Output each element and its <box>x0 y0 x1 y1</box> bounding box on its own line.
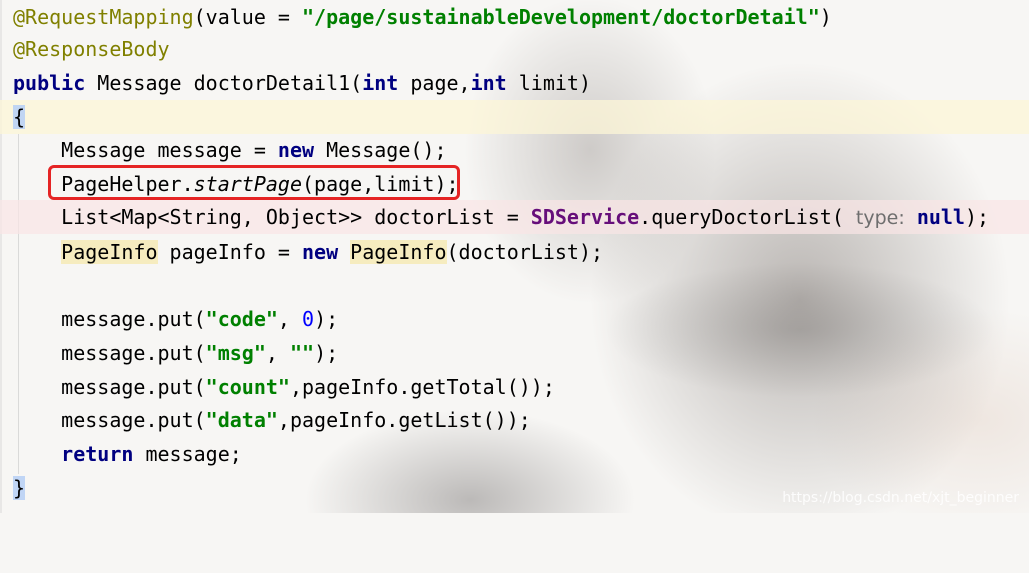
code-line-10[interactable]: message.put("code", 0); <box>0 302 1029 336</box>
code-line-4[interactable]: { <box>0 100 1029 134</box>
annotation-response-body: @ResponseBody <box>13 37 170 61</box>
keyword-null: null <box>916 205 965 229</box>
keyword-new: new <box>302 240 339 264</box>
keyword-public: public <box>13 71 86 95</box>
close-brace: } <box>13 476 26 500</box>
parameter-hint: type: <box>855 207 905 229</box>
string-literal: "" <box>289 341 315 365</box>
code-line-2[interactable]: @ResponseBody <box>0 32 1029 66</box>
code-line-5[interactable]: Message message = new Message(); <box>0 133 1029 167</box>
code-line-1[interactable]: @RequestMapping(value = "/page/sustainab… <box>0 0 1029 34</box>
keyword-int: int <box>362 71 399 95</box>
number-literal: 0 <box>302 307 315 331</box>
string-literal: "/page/sustainableDevelopment/doctorDeta… <box>302 5 820 29</box>
type-pageinfo: PageInfo <box>350 240 447 264</box>
code-line-13[interactable]: message.put("data",pageInfo.getList()); <box>0 403 1029 437</box>
code-line-8[interactable]: PageInfo pageInfo = new PageInfo(doctorL… <box>0 235 1029 269</box>
type-pageinfo: PageInfo <box>61 240 158 264</box>
code-line-14[interactable]: return message; <box>0 437 1029 471</box>
keyword-new: new <box>277 138 315 162</box>
annotation-request-mapping: @RequestMapping <box>13 5 194 29</box>
watermark: https://blog.csdn.net/xjt_beginner <box>782 490 1019 506</box>
string-literal: "data" <box>205 408 278 432</box>
code-line-9[interactable] <box>0 269 1029 303</box>
string-literal: "code" <box>205 307 278 331</box>
highlight-box <box>48 165 460 200</box>
code-line-11[interactable]: message.put("msg", ""); <box>0 336 1029 370</box>
code-editor[interactable]: @RequestMapping(value = "/page/sustainab… <box>0 0 1029 513</box>
string-literal: "msg" <box>205 341 266 365</box>
keyword-int: int <box>470 71 507 95</box>
keyword-return: return <box>61 442 134 466</box>
code-line-7[interactable]: List<Map<String, Object>> doctorList = S… <box>0 200 1029 234</box>
code-line-3[interactable]: public Message doctorDetail1(int page,in… <box>0 66 1029 100</box>
open-brace: { <box>13 105 26 129</box>
string-literal: "count" <box>205 375 290 399</box>
field-sdservice: SDService <box>530 205 640 229</box>
code-line-12[interactable]: message.put("count",pageInfo.getTotal())… <box>0 370 1029 404</box>
